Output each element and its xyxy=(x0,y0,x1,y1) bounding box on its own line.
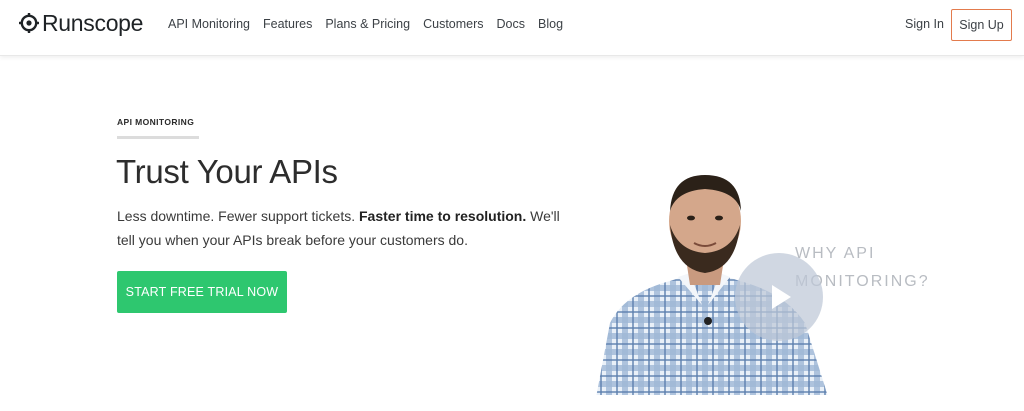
main-nav: API Monitoring Features Plans & Pricing … xyxy=(168,0,576,48)
hero-subtitle-bold: Faster time to resolution. xyxy=(359,208,527,224)
play-icon xyxy=(772,285,791,309)
nav-item-blog[interactable]: Blog xyxy=(538,17,563,31)
nav-item-features[interactable]: Features xyxy=(263,17,312,31)
sign-in-link[interactable]: Sign In xyxy=(905,17,944,31)
nav-item-plans-pricing[interactable]: Plans & Pricing xyxy=(325,17,410,31)
sign-up-button[interactable]: Sign Up xyxy=(951,9,1012,41)
nav-item-docs[interactable]: Docs xyxy=(497,17,525,31)
eyebrow-underline xyxy=(117,136,199,139)
nav-item-customers[interactable]: Customers xyxy=(423,17,483,31)
hero-title: Trust Your APIs xyxy=(116,153,338,190)
site-header: Runscope API Monitoring Features Plans &… xyxy=(0,0,1024,56)
start-free-trial-button[interactable]: START FREE TRIAL NOW xyxy=(117,271,287,313)
video-player[interactable]: WHY API MONITORING? xyxy=(560,155,940,395)
hero-eyebrow: API MONITORING xyxy=(117,117,195,127)
play-button[interactable] xyxy=(735,253,823,341)
hero-subtitle-lead: Less downtime. Fewer support tickets. xyxy=(117,208,356,224)
brand-name: Runscope xyxy=(42,10,144,36)
brand-logo[interactable]: Runscope xyxy=(19,11,143,35)
nav-item-api-monitoring[interactable]: API Monitoring xyxy=(168,17,250,31)
runscope-logo-icon xyxy=(19,13,39,33)
hero-subtitle: Less downtime. Fewer support tickets. Fa… xyxy=(117,204,567,252)
